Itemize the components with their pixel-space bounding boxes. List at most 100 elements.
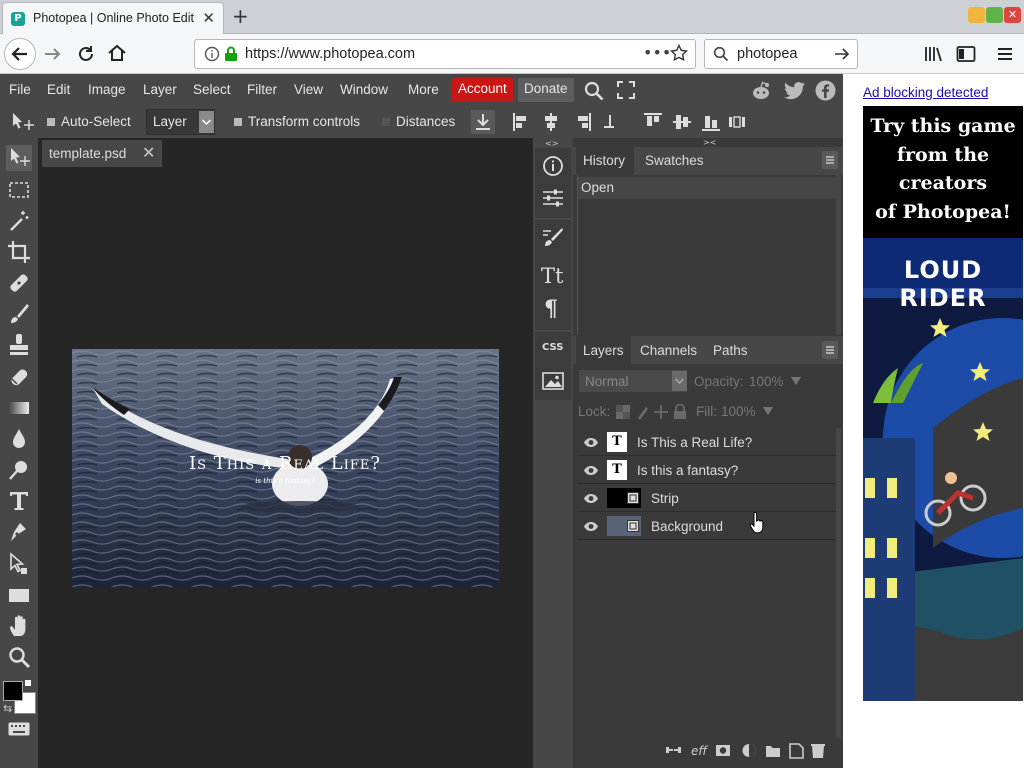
library-icon[interactable] xyxy=(924,45,944,63)
donate-button[interactable]: Donate xyxy=(518,78,574,102)
align-distribute-icons[interactable] xyxy=(510,112,750,132)
twitter-icon[interactable] xyxy=(784,81,806,101)
info-icon[interactable] xyxy=(204,46,220,62)
layer-row[interactable]: T Is this a fantasy? xyxy=(577,457,836,484)
marquee-tool-icon[interactable] xyxy=(6,177,32,203)
type-tool-icon[interactable] xyxy=(6,488,32,514)
bookmark-star-icon[interactable] xyxy=(670,44,688,62)
transform-controls-checkbox[interactable] xyxy=(234,118,242,126)
blend-mode-dropdown[interactable]: Normal xyxy=(578,369,688,393)
search-go-icon[interactable] xyxy=(833,46,851,62)
swap-colors-icon[interactable]: ⇆ xyxy=(3,702,12,715)
layers-panel-menu-icon[interactable] xyxy=(822,341,838,359)
image-panel-icon[interactable] xyxy=(542,372,564,390)
crop-tool-icon[interactable] xyxy=(6,239,32,265)
collapse-left-icon[interactable]: <> xyxy=(545,139,558,148)
reload-icon[interactable] xyxy=(75,43,97,65)
dodge-tool-icon[interactable] xyxy=(6,457,32,483)
visibility-eye-icon[interactable] xyxy=(583,437,599,448)
brush-settings-icon[interactable] xyxy=(542,226,564,248)
magic-wand-tool-icon[interactable] xyxy=(6,208,32,234)
menu-view[interactable]: View xyxy=(294,82,323,97)
path-select-tool-icon[interactable] xyxy=(6,551,32,577)
default-colors-icon[interactable] xyxy=(25,680,31,686)
healing-brush-tool-icon[interactable] xyxy=(6,270,32,296)
gradient-tool-icon[interactable] xyxy=(6,395,32,421)
tab-layers[interactable]: Layers xyxy=(583,343,624,358)
search-icon[interactable] xyxy=(583,80,605,102)
auto-select-target-dropdown[interactable]: Layer xyxy=(146,109,215,135)
forward-icon[interactable] xyxy=(42,43,64,65)
foreground-color-swatch-top[interactable] xyxy=(3,681,23,701)
layers-scrollbar[interactable] xyxy=(836,428,841,738)
search-bar[interactable]: photopea xyxy=(704,39,858,69)
menu-window[interactable]: Window xyxy=(340,82,388,97)
fullscreen-icon[interactable] xyxy=(617,81,635,99)
new-tab-icon[interactable]: + xyxy=(232,4,249,28)
menu-file[interactable]: File xyxy=(9,82,31,97)
collapse-right-icon[interactable]: >< xyxy=(703,138,716,147)
pen-tool-icon[interactable] xyxy=(6,519,32,545)
adjustments-icon[interactable] xyxy=(542,188,564,208)
tab-swatches[interactable]: Swatches xyxy=(645,153,704,168)
document-tab[interactable]: template.psd ✕ xyxy=(42,140,162,167)
reddit-icon[interactable] xyxy=(750,80,772,102)
keyboard-icon[interactable] xyxy=(8,722,30,736)
ad-blocking-link[interactable]: Ad blocking detected xyxy=(863,85,988,100)
menu-more[interactable]: More xyxy=(408,82,439,97)
home-icon[interactable] xyxy=(106,42,128,64)
distances-checkbox[interactable] xyxy=(382,118,390,126)
info-icon[interactable] xyxy=(542,155,564,177)
page-actions-icon[interactable]: ••• xyxy=(643,43,671,62)
sidebar-icon[interactable] xyxy=(956,45,976,63)
tab-channels[interactable]: Channels xyxy=(640,343,697,358)
clone-stamp-tool-icon[interactable] xyxy=(6,332,32,358)
maximize-window-button[interactable] xyxy=(986,7,1003,23)
layer-actions-bar[interactable]: eff xyxy=(666,742,838,760)
auto-select-checkbox[interactable] xyxy=(47,118,55,126)
menu-select[interactable]: Select xyxy=(193,82,231,97)
menu-image[interactable]: Image xyxy=(88,82,126,97)
game-advertisement[interactable]: Try this game from the creators of Photo… xyxy=(863,106,1023,701)
paragraph-panel-icon[interactable]: ¶ xyxy=(544,296,558,322)
history-scrollbar[interactable] xyxy=(836,175,841,335)
history-entry[interactable]: Open xyxy=(578,177,836,199)
hamburger-menu-icon[interactable] xyxy=(996,45,1014,63)
brush-tool-icon[interactable] xyxy=(6,301,32,327)
close-window-button[interactable]: ✕ xyxy=(1004,7,1021,23)
tab-history[interactable]: History xyxy=(583,153,625,168)
menu-filter[interactable]: Filter xyxy=(247,82,277,97)
eraser-tool-icon[interactable] xyxy=(6,364,32,390)
visibility-eye-icon[interactable] xyxy=(583,521,599,532)
hand-tool-icon[interactable] xyxy=(6,613,32,639)
back-button[interactable] xyxy=(4,38,36,70)
visibility-eye-icon[interactable] xyxy=(583,465,599,476)
fill-value[interactable]: 100% xyxy=(721,404,756,419)
minimize-window-button[interactable] xyxy=(968,7,985,23)
layer-row[interactable]: Strip xyxy=(577,485,836,512)
layer-row[interactable]: Background xyxy=(577,513,836,540)
tab-paths[interactable]: Paths xyxy=(713,343,748,358)
address-bar[interactable]: https://www.photopea.com ••• xyxy=(194,39,696,69)
account-button[interactable]: Account xyxy=(452,78,513,102)
menu-layer[interactable]: Layer xyxy=(143,82,177,97)
document-canvas[interactable]: Is This a Real Life? is this a fantasy? xyxy=(72,349,499,587)
move-tool-icon[interactable] xyxy=(6,145,32,171)
browser-tab[interactable]: P Photopea | Online Photo Edit ✕ xyxy=(2,2,224,34)
fill-dropdown-icon[interactable] xyxy=(762,405,774,417)
visibility-eye-icon[interactable] xyxy=(583,493,599,504)
character-panel-icon[interactable]: Tt xyxy=(541,264,563,288)
history-panel-menu-icon[interactable] xyxy=(822,151,838,169)
css-panel-icon[interactable]: CSS xyxy=(542,342,563,353)
facebook-icon[interactable] xyxy=(815,80,836,101)
close-document-icon[interactable]: ✕ xyxy=(142,143,155,162)
layer-row[interactable]: T Is This a Real Life? xyxy=(577,429,836,456)
rectangle-tool-icon[interactable] xyxy=(6,582,32,608)
opacity-value[interactable]: 100% xyxy=(749,374,784,389)
close-tab-icon[interactable]: ✕ xyxy=(202,9,215,27)
opacity-dropdown-icon[interactable] xyxy=(790,375,802,387)
blur-tool-icon[interactable] xyxy=(6,426,32,452)
zoom-tool-icon[interactable] xyxy=(6,644,32,670)
menu-edit[interactable]: Edit xyxy=(47,82,70,97)
download-icon[interactable] xyxy=(471,110,495,134)
